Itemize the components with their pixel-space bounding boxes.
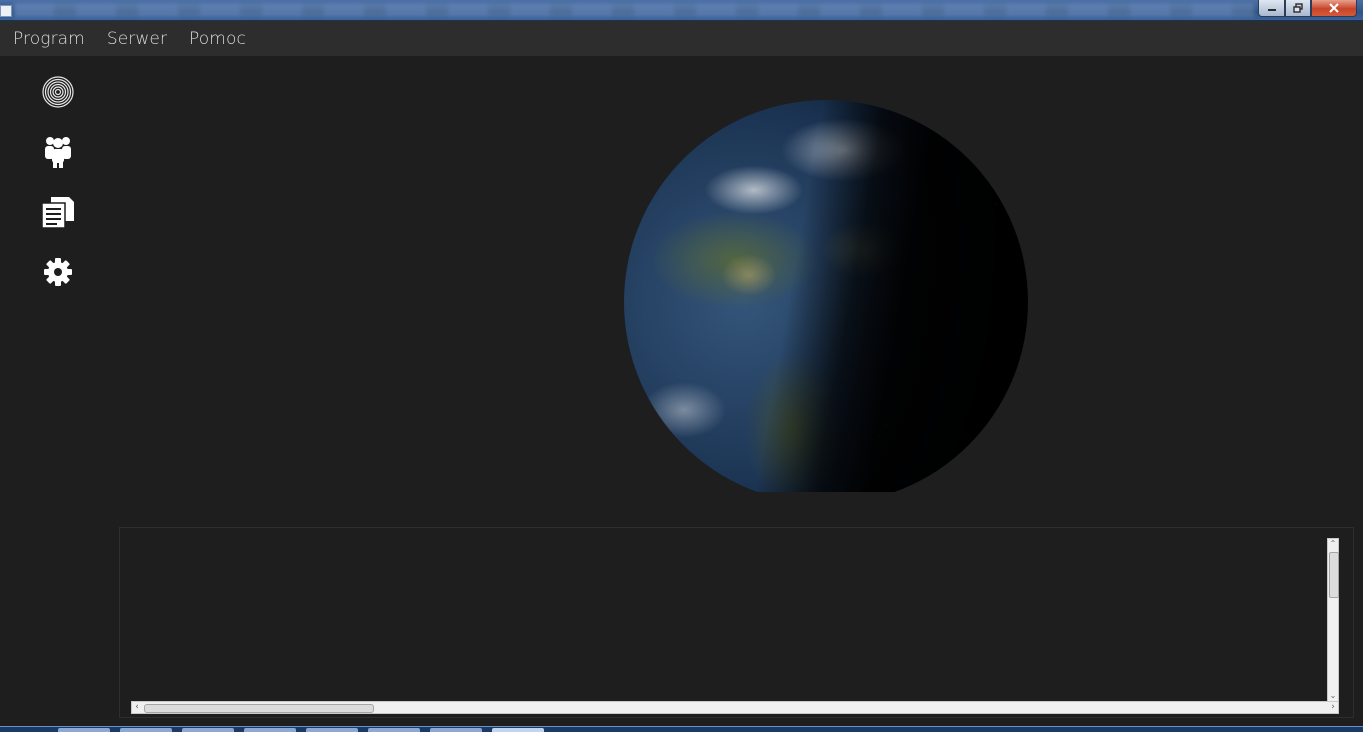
window-title-bar[interactable]: [0, 0, 1363, 21]
sidebar-item-documents[interactable]: [40, 194, 76, 230]
close-button[interactable]: [1311, 0, 1357, 17]
taskbar-button[interactable]: [58, 728, 110, 732]
scroll-left-icon[interactable]: ‹: [132, 702, 142, 713]
taskbar-button[interactable]: [244, 728, 296, 732]
menu-serwer[interactable]: Serwer: [98, 29, 176, 49]
earth-globe: [624, 100, 1028, 492]
horizontal-scroll-thumb[interactable]: [144, 704, 374, 713]
scroll-right-icon[interactable]: ›: [1328, 702, 1338, 713]
users-icon: [45, 137, 71, 168]
menu-program[interactable]: Program: [4, 29, 94, 49]
close-icon: [1329, 3, 1339, 13]
maximize-icon: [1293, 3, 1303, 13]
document-icon: [41, 197, 74, 229]
minimize-icon: [1267, 9, 1276, 11]
vertical-scroll-thumb[interactable]: [1329, 552, 1339, 598]
maximize-button[interactable]: [1285, 0, 1311, 17]
sidebar-item-users[interactable]: [40, 134, 76, 170]
log-panel[interactable]: [119, 527, 1354, 718]
sidebar-item-settings[interactable]: [40, 254, 76, 290]
taskbar-button[interactable]: [368, 728, 420, 732]
sidebar-item-fingerprint[interactable]: [40, 74, 76, 110]
scroll-down-icon[interactable]: ⌄: [1328, 691, 1338, 701]
vertical-scrollbar[interactable]: ⌃ ⌄: [1327, 538, 1339, 702]
globe-night-shadow: [624, 100, 1028, 492]
menu-bar: Program Serwer Pomoc: [0, 21, 1363, 56]
horizontal-scrollbar[interactable]: ‹ ›: [131, 701, 1339, 714]
menu-pomoc[interactable]: Pomoc: [180, 29, 255, 49]
scroll-up-icon[interactable]: ⌃: [1328, 539, 1338, 549]
minimize-button[interactable]: [1258, 0, 1285, 17]
taskbar-button[interactable]: [120, 728, 172, 732]
app-icon: [0, 5, 12, 17]
taskbar: [0, 726, 1363, 732]
fingerprint-icon: [42, 76, 74, 108]
taskbar-button[interactable]: [306, 728, 358, 732]
window-title-blurred: [14, 3, 1254, 17]
window-controls: [1258, 0, 1357, 17]
taskbar-button[interactable]: [182, 728, 234, 732]
taskbar-button-active[interactable]: [492, 728, 544, 732]
taskbar-button[interactable]: [430, 728, 482, 732]
gear-icon: [44, 258, 72, 286]
